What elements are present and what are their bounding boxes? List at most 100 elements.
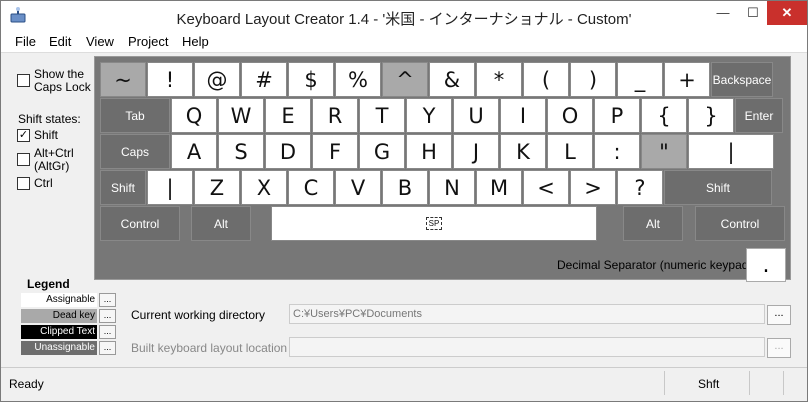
key-0-7[interactable]: & <box>429 62 475 97</box>
key-0-11[interactable]: _ <box>617 62 663 97</box>
key-3-9[interactable]: < <box>523 170 569 205</box>
key-1-2[interactable]: W <box>218 98 264 133</box>
key-3-10[interactable]: > <box>570 170 616 205</box>
window-title: Keyboard Layout Creator 1.4 - '米国 - インター… <box>176 11 632 28</box>
key-1-11[interactable]: { <box>641 98 687 133</box>
key-0-6[interactable]: ^ <box>382 62 428 97</box>
key-3-8[interactable]: M <box>476 170 522 205</box>
key-4-3[interactable]: Alt <box>623 206 683 241</box>
legend-color-button[interactable]: ... <box>99 341 116 355</box>
key-3-7[interactable]: N <box>429 170 475 205</box>
close-button[interactable]: ✕ <box>767 1 807 25</box>
key-3-2[interactable]: Z <box>194 170 240 205</box>
key-3-0[interactable]: Shift <box>100 170 146 205</box>
decimal-separator-label: Decimal Separator (numeric keypad) <box>557 258 753 272</box>
decimal-separator-key[interactable]: . <box>746 248 786 282</box>
menu-project[interactable]: Project <box>128 34 168 49</box>
key-1-7[interactable]: U <box>453 98 499 133</box>
key-2-5[interactable]: G <box>359 134 405 169</box>
key-2-3[interactable]: D <box>265 134 311 169</box>
legend-color-button[interactable]: ... <box>99 309 116 323</box>
shift-states-label: Shift states: <box>18 112 81 126</box>
cwd-label: Current working directory <box>131 308 266 322</box>
key-0-10[interactable]: ) <box>570 62 616 97</box>
key-1-1[interactable]: Q <box>171 98 217 133</box>
key-1-12[interactable]: } <box>688 98 734 133</box>
key-2-0[interactable]: Caps <box>100 134 170 169</box>
legend-color-button[interactable]: ... <box>99 325 116 339</box>
status-divider <box>749 371 750 395</box>
legend-swatch: Clipped Text <box>21 325 97 339</box>
menu-help[interactable]: Help <box>182 34 209 49</box>
built-location-browse-button[interactable]: ... <box>767 338 791 358</box>
key-1-10[interactable]: P <box>594 98 640 133</box>
key-2-7[interactable]: J <box>453 134 499 169</box>
keyboard-panel: ~! @ # $% ^ & *() _ + Backspace Tab Q W E R T Y U I O P{} Ent… <box>94 56 791 280</box>
built-location-field[interactable] <box>289 337 765 357</box>
app-window: Keyboard Layout Creator 1.4 - '米国 - インター… <box>0 0 808 402</box>
altgr-checkbox[interactable] <box>17 153 30 166</box>
minimize-button[interactable]: — <box>709 1 737 25</box>
status-divider <box>664 371 665 395</box>
maximize-button[interactable]: ☐ <box>739 1 767 25</box>
key-3-11[interactable]: ? <box>617 170 663 205</box>
key-1-9[interactable]: O <box>547 98 593 133</box>
key-3-3[interactable]: X <box>241 170 287 205</box>
key-1-3[interactable]: E <box>265 98 311 133</box>
key-3-6[interactable]: B <box>382 170 428 205</box>
key-1-5[interactable]: T <box>359 98 405 133</box>
key-2-8[interactable]: K <box>500 134 546 169</box>
key-2-2[interactable]: S <box>218 134 264 169</box>
key-4-4[interactable]: Control <box>695 206 785 241</box>
key-0-1[interactable]: ! <box>147 62 193 97</box>
key-2-9[interactable]: L <box>547 134 593 169</box>
key-2-6[interactable]: H <box>406 134 452 169</box>
menu-edit[interactable]: Edit <box>49 34 71 49</box>
key-1-8[interactable]: I <box>500 98 546 133</box>
cwd-browse-button[interactable]: ... <box>767 305 791 325</box>
ctrl-label: Ctrl <box>34 176 53 190</box>
menu-file[interactable]: File <box>15 34 36 49</box>
legend-swatch: Assignable <box>21 293 97 307</box>
legend-swatch: Dead key <box>21 309 97 323</box>
key-2-4[interactable]: F <box>312 134 358 169</box>
built-location-label: Built keyboard layout location <box>131 341 288 355</box>
key-2-1[interactable]: A <box>171 134 217 169</box>
key-1-13[interactable]: Enter <box>735 98 783 133</box>
shift-checkbox[interactable]: ✓ <box>17 129 30 142</box>
menu-view[interactable]: View <box>86 34 114 49</box>
key-0-3[interactable]: # <box>241 62 287 97</box>
key-2-10[interactable]: : <box>594 134 640 169</box>
key-1-4[interactable]: R <box>312 98 358 133</box>
key-4-0[interactable]: Control <box>100 206 180 241</box>
legend-color-button[interactable]: ... <box>99 293 116 307</box>
key-3-12[interactable]: Shift <box>664 170 772 205</box>
key-0-2[interactable]: @ <box>194 62 240 97</box>
key-space[interactable]: SP <box>271 206 597 241</box>
ctrl-checkbox[interactable] <box>17 177 30 190</box>
cwd-field[interactable]: C:¥Users¥PC¥Documents <box>289 304 765 324</box>
key-0-8[interactable]: * <box>476 62 522 97</box>
key-0-13[interactable]: Backspace <box>711 62 773 97</box>
key-1-0[interactable]: Tab <box>100 98 170 133</box>
space-key-label: SP <box>425 217 443 230</box>
key-1-6[interactable]: Y <box>406 98 452 133</box>
key-2-11[interactable]: " <box>641 134 687 169</box>
title-bar[interactable]: Keyboard Layout Creator 1.4 - '米国 - インター… <box>1 1 807 32</box>
legend-title: Legend <box>27 277 70 291</box>
key-3-5[interactable]: V <box>335 170 381 205</box>
key-0-9[interactable]: ( <box>523 62 569 97</box>
menu-bar: File Edit View Project Help <box>1 32 807 53</box>
key-0-12[interactable]: + <box>664 62 710 97</box>
key-3-4[interactable]: C <box>288 170 334 205</box>
key-2-12[interactable]: | <box>688 134 774 169</box>
status-ready: Ready <box>9 377 44 391</box>
show-caps-lock-label: Show the Caps Lock <box>34 67 91 94</box>
key-3-1[interactable]: | <box>147 170 193 205</box>
key-0-0[interactable]: ~ <box>100 62 146 97</box>
key-0-5[interactable]: % <box>335 62 381 97</box>
key-0-4[interactable]: $ <box>288 62 334 97</box>
show-caps-lock-checkbox[interactable] <box>17 74 30 87</box>
key-4-1[interactable]: Alt <box>191 206 251 241</box>
altgr-label: Alt+Ctrl (AltGr) <box>34 146 74 173</box>
